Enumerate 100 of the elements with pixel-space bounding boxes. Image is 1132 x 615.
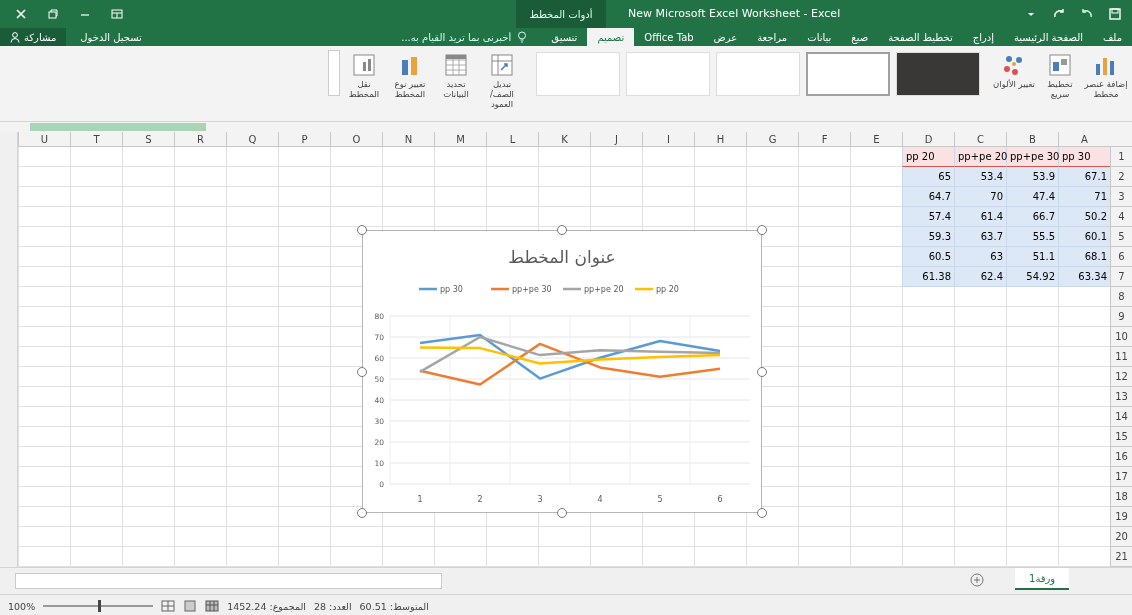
column-header[interactable]: R (174, 132, 226, 147)
column-header[interactable]: A (1058, 132, 1110, 147)
column-header[interactable]: I (642, 132, 694, 147)
row-header[interactable]: 9 (1110, 307, 1132, 327)
column-header[interactable]: E (850, 132, 902, 147)
column-header[interactable]: B (1006, 132, 1058, 147)
column-header[interactable]: L (486, 132, 538, 147)
row-header[interactable]: 4 (1110, 207, 1132, 227)
column-header[interactable]: K (538, 132, 590, 147)
row-header[interactable]: 20 (1110, 527, 1132, 547)
row-header[interactable]: 7 (1110, 267, 1132, 287)
row-header[interactable]: 21 (1110, 547, 1132, 567)
ribbon-tab[interactable]: إدراج (962, 28, 1004, 46)
ribbon-tab[interactable]: عرض (703, 28, 748, 46)
chart-style-thumbnail[interactable] (806, 52, 890, 96)
chart-title: عنوان المخطط (508, 247, 616, 267)
row-header[interactable]: 13 (1110, 387, 1132, 407)
row-header[interactable]: 17 (1110, 467, 1132, 487)
ribbon-tab[interactable]: تخطيط الصفحة (878, 28, 963, 46)
table-cell: pp 20 (902, 147, 954, 167)
row-header[interactable]: 8 (1110, 287, 1132, 307)
ribbon-tab[interactable]: بيانات (797, 28, 842, 46)
ribbon-button[interactable]: نقل المخطط (342, 50, 386, 102)
row-header[interactable]: 11 (1110, 347, 1132, 367)
table-cell: pp+pe 30 (1006, 147, 1058, 167)
ribbon-tab[interactable]: ملف (1092, 28, 1132, 46)
ribbon-tab[interactable]: تنسيق (541, 28, 588, 46)
add-sheet-icon[interactable] (970, 573, 984, 587)
column-header[interactable]: U (18, 132, 70, 147)
share-button[interactable]: مشاركة (0, 28, 67, 46)
column-header[interactable]: S (122, 132, 174, 147)
person-icon (10, 31, 20, 43)
table-cell: 60.1 (1058, 227, 1110, 247)
column-header[interactable]: T (70, 132, 122, 147)
column-header[interactable]: M (434, 132, 486, 147)
table-cell: 51.1 (1006, 247, 1058, 267)
normal-view-icon[interactable] (205, 600, 220, 612)
resize-handle[interactable] (357, 508, 367, 518)
row-header[interactable]: 19 (1110, 507, 1132, 527)
row-header[interactable]: 3 (1110, 187, 1132, 207)
row-header[interactable]: 16 (1110, 447, 1132, 467)
ribbon-tab[interactable]: صيغ (841, 28, 879, 46)
ribbon-tab[interactable]: تصميم (587, 28, 635, 46)
column-header[interactable]: J (590, 132, 642, 147)
ribbon-tab[interactable]: Office Tab (634, 28, 704, 46)
ribbon-button[interactable]: إضافة عنصر مخطط (1084, 50, 1128, 102)
page-layout-view-icon[interactable] (183, 600, 198, 612)
table-cell: 71 (1058, 187, 1110, 207)
resize-handle[interactable] (757, 508, 767, 518)
column-header[interactable]: N (382, 132, 434, 147)
row-header[interactable]: 18 (1110, 487, 1132, 507)
horizontal-scrollbar[interactable] (15, 573, 442, 589)
column-header[interactable]: P (278, 132, 330, 147)
legend-label: pp 30 (440, 285, 463, 294)
ribbon-button[interactable]: تبديل الصف/العمود (480, 50, 524, 112)
resize-handle[interactable] (757, 225, 767, 235)
column-header[interactable]: O (330, 132, 382, 147)
resize-handle[interactable] (357, 225, 367, 235)
ribbon-options-icon[interactable] (110, 7, 124, 21)
row-header[interactable]: 1 (1110, 147, 1132, 167)
column-header[interactable]: F (798, 132, 850, 147)
ribbon-button[interactable]: تخطيط سريع (1038, 50, 1082, 102)
resize-handle[interactable] (557, 508, 567, 518)
row-header[interactable]: 15 (1110, 427, 1132, 447)
row-header[interactable]: 10 (1110, 327, 1132, 347)
row-header[interactable]: 12 (1110, 367, 1132, 387)
row-header[interactable]: 14 (1110, 407, 1132, 427)
column-header[interactable]: D (902, 132, 954, 147)
ribbon-tab[interactable]: الصفحة الرئيسية (1003, 28, 1093, 46)
column-header[interactable]: H (694, 132, 746, 147)
row-header[interactable]: 5 (1110, 227, 1132, 247)
table-cell: 61.38 (902, 267, 954, 287)
ribbon-tab[interactable]: مراجعة (747, 28, 798, 46)
legend-label: pp 20 (656, 285, 679, 294)
column-header[interactable]: Q (226, 132, 278, 147)
column-header[interactable]: G (746, 132, 798, 147)
save-icon[interactable] (1108, 7, 1122, 21)
vertical-scrollbar[interactable] (0, 132, 18, 567)
resize-handle[interactable] (357, 366, 367, 377)
restore-icon[interactable] (46, 7, 60, 21)
page-break-view-icon[interactable] (161, 600, 176, 612)
zoom-thumb[interactable] (98, 600, 102, 612)
ribbon-button[interactable]: تحديد البيانات (434, 50, 478, 102)
ribbon-button[interactable]: تغيير الألوان (992, 50, 1036, 92)
table-cell: 65 (902, 167, 954, 187)
table-cell: 50.2 (1058, 207, 1110, 227)
ribbon-button[interactable]: تغيير نوع المخطط (388, 50, 432, 102)
resize-handle[interactable] (757, 366, 767, 377)
axis-label: 1 (417, 495, 423, 504)
status-count: العدد: 28 (313, 600, 352, 612)
axis-label: 4 (597, 495, 603, 504)
column-header[interactable]: C (954, 132, 1006, 147)
close-icon[interactable] (14, 7, 28, 21)
sheet-tab[interactable]: ورقة1 (1015, 568, 1070, 590)
zoom-level[interactable]: 100% (8, 600, 36, 612)
row-header[interactable]: 6 (1110, 247, 1132, 267)
row-header[interactable]: 2 (1110, 167, 1132, 187)
sign-in-link[interactable]: تسجيل الدخول (80, 28, 142, 46)
table-cell: 70 (954, 187, 1006, 207)
resize-handle[interactable] (557, 225, 567, 235)
